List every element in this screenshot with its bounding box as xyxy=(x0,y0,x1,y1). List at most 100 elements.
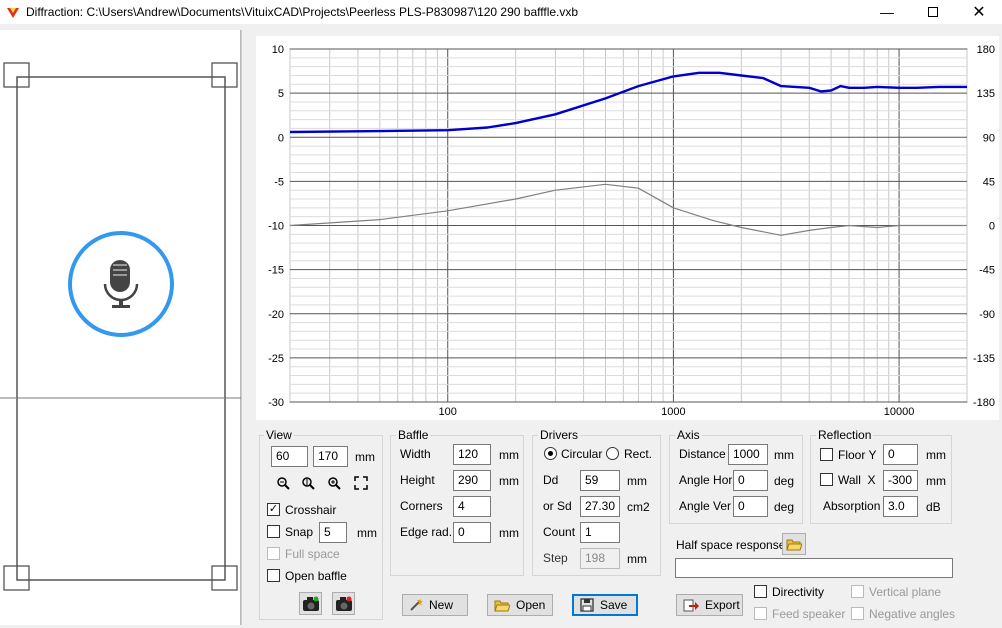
window-title: Diffraction: C:\Users\Andrew\Documents\V… xyxy=(26,5,579,19)
y2-tick-label: -180 xyxy=(973,397,995,409)
export-arrow-icon xyxy=(683,599,699,612)
floor-label: Floor Y xyxy=(838,448,877,462)
view-depth-input[interactable]: 170 xyxy=(313,446,348,467)
axis-title: Axis xyxy=(675,428,702,442)
snap-unit: mm xyxy=(357,526,377,540)
zoom-out-icon[interactable] xyxy=(272,472,294,494)
x-tick-label: 100 xyxy=(439,406,457,418)
zoom-fit-icon[interactable] xyxy=(297,472,319,494)
panel-splitter[interactable] xyxy=(241,30,253,625)
half-space-label: Half space response xyxy=(676,538,786,552)
y-tick-label: -15 xyxy=(268,265,284,277)
baffle-corners-input[interactable]: 4 xyxy=(453,496,491,517)
new-button-label: New xyxy=(429,598,454,612)
step-input[interactable]: 198 xyxy=(580,548,620,569)
baffle-preview[interactable] xyxy=(0,30,241,625)
angle-ver-unit: deg xyxy=(774,500,795,514)
rect-label: Rect. xyxy=(624,447,653,461)
distance-label: Distance xyxy=(679,447,726,461)
view-title: View xyxy=(264,428,294,442)
y2-tick-label: 90 xyxy=(983,132,995,144)
full-space-checkbox[interactable] xyxy=(267,547,280,560)
sd-label: or Sd xyxy=(543,499,572,513)
distance-unit: mm xyxy=(774,448,794,462)
directivity-label: Directivity xyxy=(772,585,825,599)
zoom-in-icon[interactable] xyxy=(323,472,345,494)
fullscreen-icon[interactable] xyxy=(350,472,372,494)
circular-radio[interactable] xyxy=(544,447,557,460)
save-button-label: Save xyxy=(600,598,628,612)
y2-tick-label: 180 xyxy=(977,44,995,56)
wall-label: Wall X xyxy=(838,473,876,487)
circular-label: Circular xyxy=(561,447,603,461)
dd-input[interactable]: 59 xyxy=(580,470,620,491)
snap-checkbox[interactable] xyxy=(267,525,280,538)
baffle-height-label: Height xyxy=(400,473,435,487)
view-width-input[interactable]: 60 xyxy=(271,446,308,467)
wall-checkbox[interactable] xyxy=(820,473,833,486)
baffle-height-input[interactable]: 290 xyxy=(453,470,491,491)
floppy-disk-icon xyxy=(580,598,594,612)
drivers-title: Drivers xyxy=(538,428,580,442)
x-tick-label: 10000 xyxy=(884,406,915,418)
count-input[interactable]: 1 xyxy=(580,522,620,543)
frequency-response-chart: 10 5 0 -5 -10 -15 -20 -25 -30 180 135 90 45 0 -45 -90 -1… xyxy=(256,36,999,420)
baffle-width-label: Width xyxy=(400,447,431,461)
close-icon[interactable]: ✕ xyxy=(956,0,1002,24)
full-space-label: Full space xyxy=(285,547,340,561)
distance-input[interactable]: 1000 xyxy=(728,444,768,465)
minimize-icon[interactable]: — xyxy=(864,0,910,24)
chart-svg: 10 5 0 -5 -10 -15 -20 -25 -30 180 135 90 45 0 -45 -90 -1… xyxy=(268,44,995,418)
export-button[interactable]: Export xyxy=(676,594,743,616)
vertical-plane-checkbox[interactable] xyxy=(851,585,864,598)
open-button[interactable]: Open xyxy=(487,594,553,616)
crosshair-checkbox[interactable]: ✓ xyxy=(267,503,280,516)
y-tick-label: -20 xyxy=(268,309,284,321)
y-tick-label: -10 xyxy=(268,221,284,233)
angle-hor-label: Angle Hor xyxy=(679,473,733,487)
dd-unit: mm xyxy=(627,474,647,488)
y-tick-label: -25 xyxy=(268,353,284,365)
feed-speaker-checkbox[interactable] xyxy=(754,607,767,620)
wall-input[interactable]: -300 xyxy=(883,470,918,491)
absorption-input[interactable]: 3.0 xyxy=(883,496,918,517)
open-button-label: Open xyxy=(516,598,546,612)
baffle-corners-label: Corners xyxy=(400,499,443,513)
absorption-unit: dB xyxy=(926,500,941,514)
absorption-label: Absorption xyxy=(823,499,881,513)
count-label: Count xyxy=(543,525,576,539)
half-space-input[interactable] xyxy=(675,558,953,578)
y-tick-label: -30 xyxy=(268,397,284,409)
floor-unit: mm xyxy=(926,448,946,462)
angle-hor-input[interactable]: 0 xyxy=(733,470,768,491)
y-tick-label: 10 xyxy=(272,44,284,56)
x-tick-label: 1000 xyxy=(661,406,685,418)
floor-input[interactable]: 0 xyxy=(883,444,918,465)
floor-checkbox[interactable] xyxy=(820,448,833,461)
new-button[interactable]: New xyxy=(402,594,468,616)
maximize-icon[interactable] xyxy=(910,0,956,24)
sd-input[interactable]: 27.30 xyxy=(580,496,620,517)
y-tick-label: 5 xyxy=(278,88,284,100)
y-tick-label: 0 xyxy=(278,132,284,144)
y2-tick-label: 135 xyxy=(977,88,995,100)
y2-tick-label: 0 xyxy=(989,221,995,233)
open-baffle-checkbox[interactable] xyxy=(267,569,280,582)
half-space-open-folder-icon[interactable] xyxy=(782,533,806,555)
snapshot-camera-icon[interactable] xyxy=(299,592,322,615)
save-button[interactable]: Save xyxy=(572,594,638,616)
folder-icon xyxy=(494,600,510,612)
export-button-label: Export xyxy=(705,598,740,612)
baffle-edge-input[interactable]: 0 xyxy=(453,522,491,543)
angle-ver-input[interactable]: 0 xyxy=(733,496,768,517)
snap-input[interactable]: 5 xyxy=(319,522,347,543)
baffle-width-input[interactable]: 120 xyxy=(453,444,491,465)
magic-wand-icon xyxy=(410,598,423,611)
negative-angles-checkbox[interactable] xyxy=(851,607,864,620)
sd-unit: cm2 xyxy=(627,500,650,514)
view-unit: mm xyxy=(355,450,375,464)
clear-snapshot-camera-icon[interactable] xyxy=(332,592,355,615)
rect-radio[interactable] xyxy=(606,447,619,460)
directivity-checkbox[interactable] xyxy=(754,585,767,598)
baffle-drawing xyxy=(0,62,241,591)
